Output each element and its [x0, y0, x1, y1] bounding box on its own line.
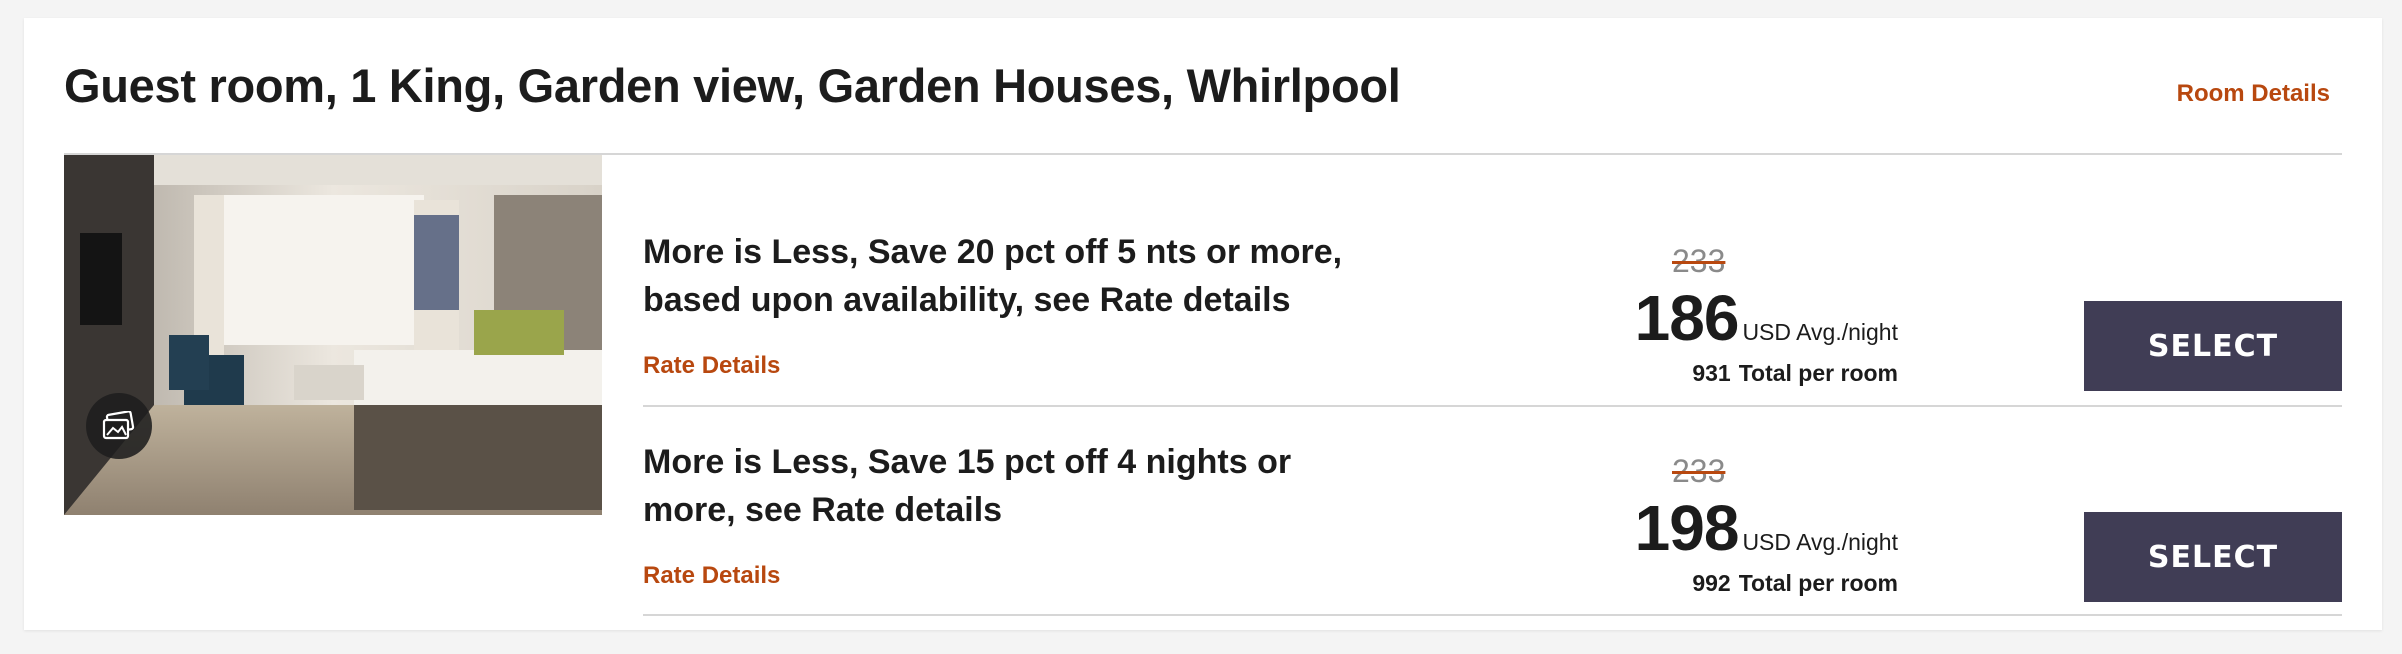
total-price: 931 — [1692, 360, 1731, 386]
original-price: 233 — [1672, 243, 1726, 279]
select-button[interactable]: SELECT — [2084, 301, 2342, 391]
avg-price: 186 — [1634, 282, 1740, 354]
rate-name: More is Less, Save 20 pct off 5 nts or m… — [643, 233, 1343, 319]
total-label: Total per room — [1738, 360, 1898, 386]
avg-price: 198 — [1634, 492, 1740, 564]
room-card: Guest room, 1 King, Garden view, Garden … — [24, 18, 2382, 630]
avg-price-line: 186 USD Avg./night — [1635, 286, 1898, 350]
price-unit: USD Avg./night — [1742, 529, 1898, 555]
room-photo[interactable] — [64, 155, 602, 515]
room-photo-image — [64, 155, 602, 515]
divider — [643, 614, 2342, 616]
price-block: 233 186 USD Avg./night 931 Total per room — [1613, 228, 1898, 388]
gallery-button[interactable] — [86, 393, 152, 459]
rate-name: More is Less, Save 15 pct off 4 nights o… — [643, 443, 1292, 529]
rate-details-link[interactable]: Rate Details — [643, 352, 780, 380]
room-details-link[interactable]: Room Details — [2177, 80, 2330, 108]
total-line: 931 Total per room — [1692, 360, 1898, 387]
gallery-icon — [102, 411, 135, 440]
total-label: Total per room — [1738, 570, 1898, 596]
total-line: 992 Total per room — [1692, 570, 1898, 597]
select-button[interactable]: SELECT — [2084, 512, 2342, 602]
original-price: 233 — [1672, 453, 1726, 489]
price-unit: USD Avg./night — [1742, 319, 1898, 345]
total-price: 992 — [1692, 570, 1731, 596]
divider — [643, 405, 2342, 407]
price-block: 233 198 USD Avg./night 992 Total per room — [1613, 438, 1898, 598]
rate-details-link[interactable]: Rate Details — [643, 562, 780, 590]
avg-price-line: 198 USD Avg./night — [1635, 496, 1898, 560]
room-title: Guest room, 1 King, Garden view, Garden … — [64, 59, 1401, 112]
